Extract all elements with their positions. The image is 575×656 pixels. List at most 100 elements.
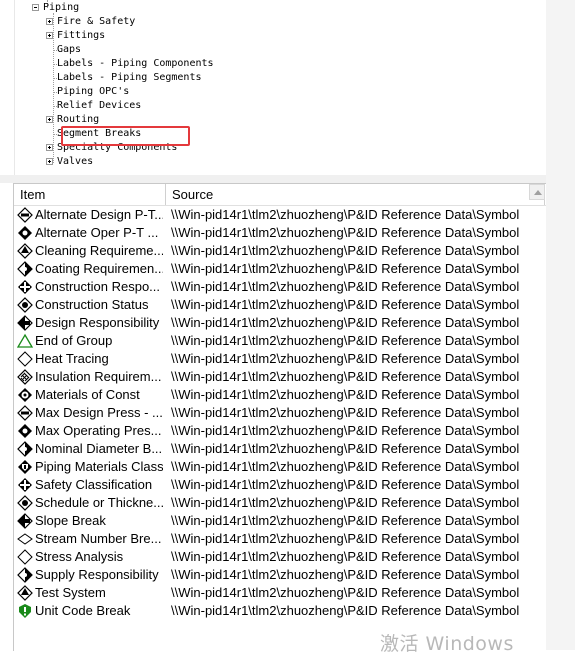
list-row[interactable]: Safety Classification \\Win-pid14r1\tlm2\… <box>14 476 546 494</box>
tree-node-label: Routing <box>57 114 100 125</box>
item-cell: Test System <box>35 585 106 600</box>
column-header-source[interactable]: Source <box>166 184 545 205</box>
diamond-cross-icon <box>18 478 32 492</box>
item-cell: Max Design Press - ... <box>35 405 163 420</box>
item-cell: Heat Tracing <box>35 351 109 366</box>
list-row[interactable]: Max Design Press - ... \\Win-pid14r1\tlm2… <box>14 404 546 422</box>
expand-icon[interactable] <box>46 32 53 39</box>
diamond-half-icon <box>17 441 33 457</box>
diamond-shield-icon <box>18 460 32 474</box>
diamond-bar-icon <box>17 207 33 223</box>
list-row[interactable]: Supply Responsibility \\Win-pid14r1\tlm2\… <box>14 566 546 584</box>
item-cell: End of Group <box>35 333 113 348</box>
expand-icon[interactable] <box>46 116 53 123</box>
list-row[interactable]: Coating Requiremen... \\Win-pid14r1\tlm2\… <box>14 260 546 278</box>
right-edge-panel <box>546 0 575 650</box>
source-cell: \\Win-pid14r1\tlm2\zhuozheng\P&ID Refere… <box>171 549 520 564</box>
list-row[interactable]: Cleaning Requireme... \\Win-pid14r1\tlm2\… <box>14 242 546 260</box>
expand-icon[interactable] <box>46 144 53 151</box>
list-row[interactable]: Slope Break \\Win-pid14r1\tlm2\zhuozheng\… <box>14 512 546 530</box>
diamond-flat-icon <box>17 533 33 545</box>
list-row[interactable]: Alternate Oper P-T ... \\Win-pid14r1\tlm2… <box>14 224 546 242</box>
list-row[interactable]: Piping Materials Class \\Win-pid14r1\tlm2… <box>14 458 546 476</box>
list-row[interactable]: Insulation Requirem... \\Win-pid14r1\tlm2… <box>14 368 546 386</box>
source-cell: \\Win-pid14r1\tlm2\zhuozheng\P&ID Refere… <box>171 225 520 240</box>
list-row[interactable]: Test System \\Win-pid14r1\tlm2\zhuozheng\… <box>14 584 546 602</box>
list-row[interactable]: End of Group \\Win-pid14r1\tlm2\zhuozheng… <box>14 332 546 350</box>
item-cell: Unit Code Break <box>35 603 131 618</box>
source-cell: \\Win-pid14r1\tlm2\zhuozheng\P&ID Refere… <box>171 279 520 294</box>
diamond-cross-icon <box>18 280 32 294</box>
item-cell: Insulation Requirem... <box>35 369 162 384</box>
column-header-item[interactable]: Item <box>14 184 166 205</box>
tree-node-label: Fittings <box>57 30 106 41</box>
tree-panel: Piping Fire & Safety Fittings Gaps Labels -… <box>14 0 547 175</box>
source-cell: \\Win-pid14r1\tlm2\zhuozheng\P&ID Refere… <box>171 477 520 492</box>
tree-node-label: Piping OPC's <box>57 86 130 97</box>
list-row[interactable]: Heat Tracing \\Win-pid14r1\tlm2\zhuozheng… <box>14 350 546 368</box>
item-cell: Construction Respo... <box>35 279 161 294</box>
item-cell: Safety Classification <box>35 477 153 492</box>
source-cell: \\Win-pid14r1\tlm2\zhuozheng\P&ID Refere… <box>171 387 520 402</box>
item-cell: Nominal Diameter B... <box>35 441 163 456</box>
source-cell: \\Win-pid14r1\tlm2\zhuozheng\P&ID Refere… <box>171 531 520 546</box>
list-row[interactable]: Stream Number Bre... \\Win-pid14r1\tlm2\z… <box>14 530 546 548</box>
diamond-black-icon <box>18 226 32 240</box>
list-row[interactable]: Nominal Diameter B... \\Win-pid14r1\tlm2\… <box>14 440 546 458</box>
list-row[interactable]: Stress Analysis \\Win-pid14r1\tlm2\zhuozh… <box>14 548 546 566</box>
diamond-half-icon <box>17 567 33 583</box>
item-cell: Piping Materials Class <box>35 459 163 474</box>
list-row[interactable]: Construction Status \\Win-pid14r1\tlm2\zh… <box>14 296 546 314</box>
item-cell: Schedule or Thickne... <box>35 495 163 510</box>
source-cell: \\Win-pid14r1\tlm2\zhuozheng\P&ID Refere… <box>171 495 520 510</box>
tree-node-label: Fire & Safety <box>57 16 136 27</box>
source-cell: \\Win-pid14r1\tlm2\zhuozheng\P&ID Refere… <box>171 459 520 474</box>
diamond-hatch-icon <box>17 369 33 385</box>
triangle-green-icon <box>17 333 33 348</box>
item-cell: Max Operating Pres... <box>35 423 162 438</box>
list-row[interactable]: Construction Respo... \\Win-pid14r1\tlm2\… <box>14 278 546 296</box>
item-cell: Slope Break <box>35 513 106 528</box>
source-cell: \\Win-pid14r1\tlm2\zhuozheng\P&ID Refere… <box>171 207 520 222</box>
expand-icon[interactable] <box>46 158 53 165</box>
diamond-split-icon <box>17 513 33 529</box>
source-cell: \\Win-pid14r1\tlm2\zhuozheng\P&ID Refere… <box>171 369 520 384</box>
activation-watermark: 激活 Windows <box>380 633 514 655</box>
source-cell: \\Win-pid14r1\tlm2\zhuozheng\P&ID Refere… <box>171 405 520 420</box>
tree-node-label: Labels - Piping Segments <box>57 72 202 83</box>
source-cell: \\Win-pid14r1\tlm2\zhuozheng\P&ID Refere… <box>171 567 520 582</box>
tree-node-label: Relief Devices <box>57 100 142 111</box>
diamond-dot-icon <box>17 297 33 313</box>
item-cell: Stress Analysis <box>35 549 124 564</box>
list-row[interactable]: Alternate Design P-T... \\Win-pid14r1\tlm… <box>14 206 546 224</box>
source-cell: \\Win-pid14r1\tlm2\zhuozheng\P&ID Refere… <box>171 585 520 600</box>
shield-green-icon <box>19 604 31 618</box>
highlight-annotation <box>61 126 190 146</box>
source-cell: \\Win-pid14r1\tlm2\zhuozheng\P&ID Refere… <box>171 315 520 330</box>
list-row[interactable]: Schedule or Thickne... \\Win-pid14r1\tlm2… <box>14 494 546 512</box>
item-cell: Supply Responsibility <box>35 567 159 582</box>
diamond-outline-icon <box>17 351 33 367</box>
tree-node-label: Piping <box>43 2 80 13</box>
item-cell: Construction Status <box>35 297 149 312</box>
source-cell: \\Win-pid14r1\tlm2\zhuozheng\P&ID Refere… <box>171 603 520 618</box>
list-row[interactable]: Design Responsibility \\Win-pid14r1\tlm2\… <box>14 314 546 332</box>
collapse-icon[interactable] <box>32 4 39 11</box>
scroll-up-button[interactable] <box>529 184 545 200</box>
item-cell: Materials of Const <box>35 387 140 402</box>
list-row[interactable]: Materials of Const \\Win-pid14r1\tlm2\zhu… <box>14 386 546 404</box>
tree-connector <box>53 13 54 163</box>
tree-node-label: Labels - Piping Components <box>57 58 214 69</box>
source-cell: \\Win-pid14r1\tlm2\zhuozheng\P&ID Refere… <box>171 243 520 258</box>
splitter[interactable] <box>0 175 575 183</box>
source-cell: \\Win-pid14r1\tlm2\zhuozheng\P&ID Refere… <box>171 261 520 276</box>
list-row[interactable]: Unit Code Break \\Win-pid14r1\tlm2\zhuozh… <box>14 602 546 620</box>
item-cell: Alternate Design P-T... <box>35 207 163 222</box>
source-cell: \\Win-pid14r1\tlm2\zhuozheng\P&ID Refere… <box>171 441 520 456</box>
expand-icon[interactable] <box>46 18 53 25</box>
diamond-tri-icon <box>17 585 33 601</box>
diamond-circle-icon <box>18 388 32 402</box>
diamond-dot-icon <box>17 495 33 511</box>
diamond-tri-icon <box>17 243 33 259</box>
list-row[interactable]: Max Operating Pres... \\Win-pid14r1\tlm2\… <box>14 422 546 440</box>
